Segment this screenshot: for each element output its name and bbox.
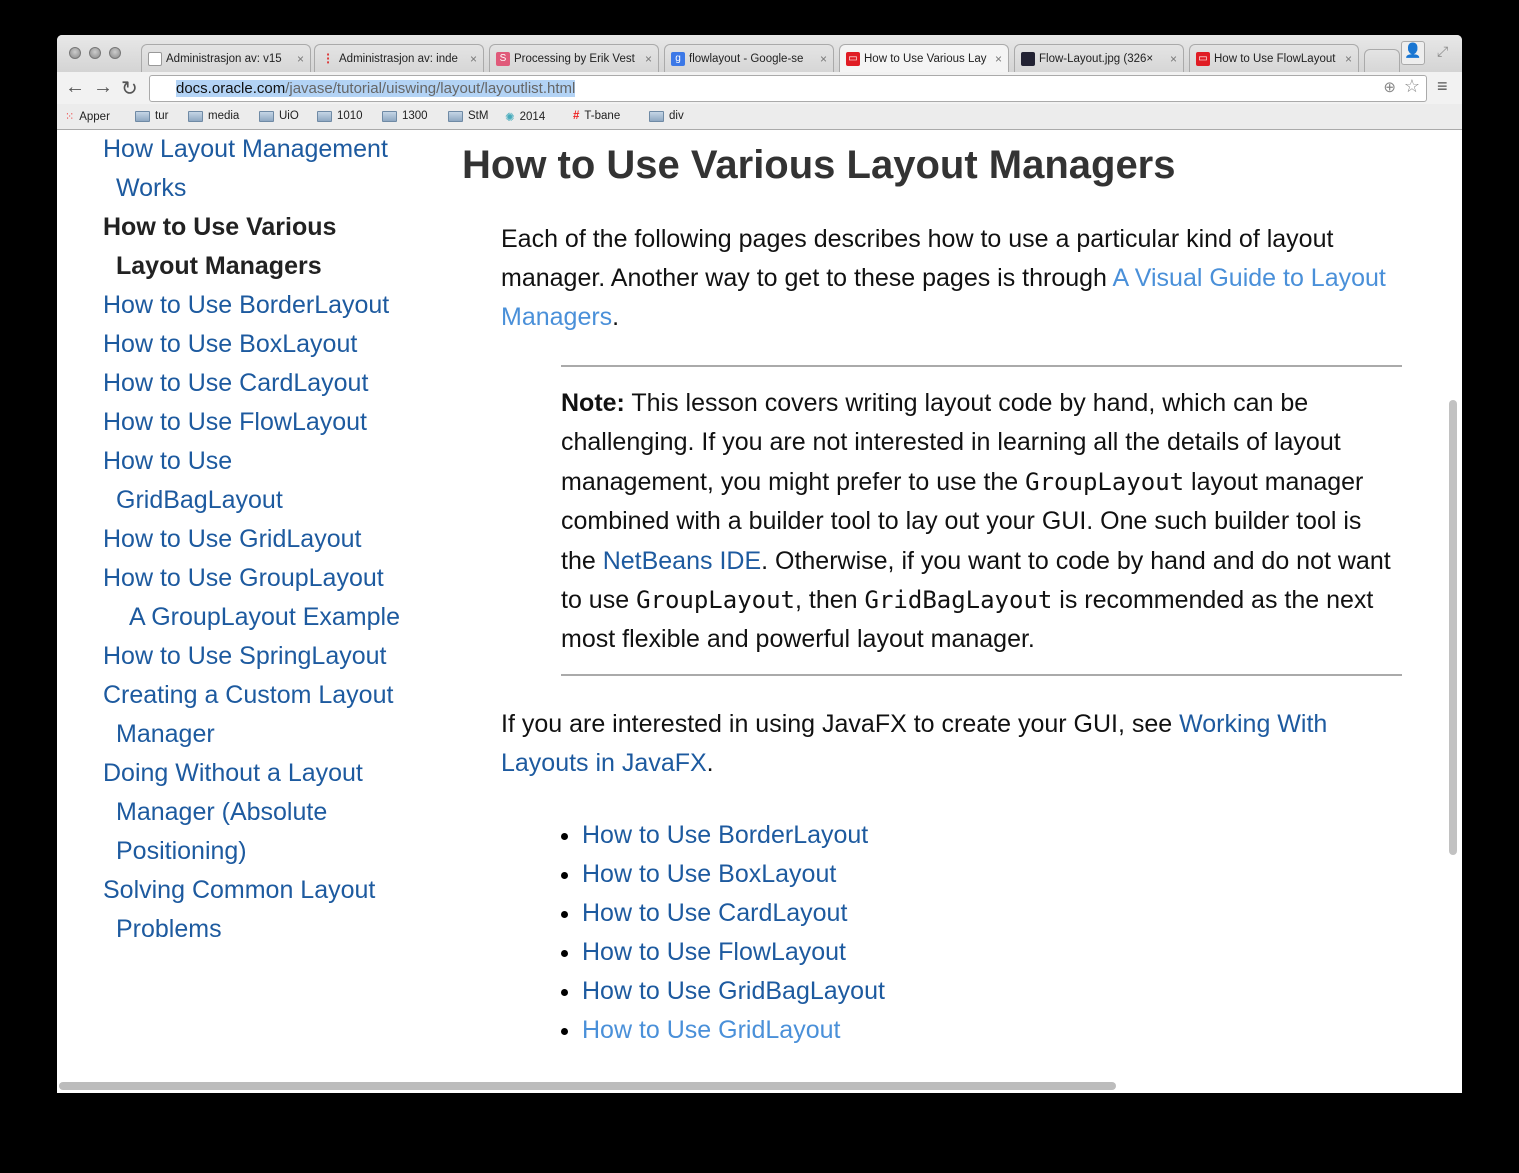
list-item: How to Use FlowLayout (582, 933, 1412, 972)
sidebar-link[interactable]: How to Use GridLayout (103, 525, 361, 553)
oracle-icon: ▭ (846, 51, 860, 66)
sidebar-link[interactable]: Doing Without a Layout Manager (Absolute… (103, 759, 363, 865)
fullscreen-icon[interactable]: ⤢ (1437, 43, 1448, 60)
list-link[interactable]: How to Use CardLayout (582, 899, 847, 927)
note-box: Note: This lesson covers writing layout … (561, 365, 1402, 676)
folder-icon (188, 110, 203, 122)
bookmark-2014[interactable]: ✺ 2014 (505, 110, 545, 124)
tab[interactable]: Administrasjon av: v15 × (141, 44, 311, 72)
star-icon[interactable]: ☆ (1404, 76, 1420, 97)
bookmark-folder[interactable]: StM (448, 110, 488, 122)
tab-close-icon[interactable]: × (470, 52, 477, 66)
close-window-button[interactable] (69, 47, 81, 59)
tab-close-icon[interactable]: × (645, 52, 652, 66)
sidebar-link[interactable]: How to Use BorderLayout (103, 291, 389, 319)
list-link[interactable]: How to Use BorderLayout (582, 821, 868, 849)
list-item: How to Use GridLayout (582, 1011, 1412, 1050)
horizontal-scrollbar[interactable] (59, 1082, 1116, 1090)
code-grouplayout: GroupLayout (636, 586, 796, 615)
tab[interactable]: ⁝ Administrasjon av: inde × (314, 44, 484, 72)
bookmarks-bar: ⁙ Apper tur media UiO 1010 1300 StM ✺ 2014… (57, 104, 1462, 130)
page-icon (148, 51, 162, 66)
hash-icon: # (573, 110, 580, 122)
toolbar: ← → ↻ docs.oracle.com/javase/tutorial/ui… (57, 72, 1462, 104)
javafx-paragraph: If you are interested in using JavaFX to… (501, 709, 1328, 777)
bookmark-apper[interactable]: ⁙ Apper (65, 110, 110, 124)
back-icon[interactable]: ← (65, 76, 85, 99)
sidebar-link[interactable]: How to Use CardLayout (103, 369, 368, 397)
list-link[interactable]: How to Use FlowLayout (582, 938, 846, 966)
bookmark-folder[interactable]: 1010 (317, 110, 363, 122)
sidebar-nav: How Layout Management Works How to Use V… (103, 130, 423, 949)
bookmark-folder[interactable]: media (188, 110, 239, 122)
profile-icon[interactable]: 👤 (1401, 41, 1425, 65)
tab-close-icon[interactable]: × (820, 52, 827, 66)
list-link[interactable]: How to Use BoxLayout (582, 860, 836, 888)
sidebar-link[interactable]: How to Use GridBagLayout (103, 447, 283, 514)
google-icon: g (671, 51, 685, 66)
folder-icon (135, 110, 150, 122)
vertical-scrollbar[interactable] (1449, 400, 1457, 855)
note-label: Note: (561, 389, 625, 417)
apps-grid-icon: ⁙ (65, 111, 75, 123)
image-icon (1021, 51, 1035, 66)
sidebar-link[interactable]: How to Use GroupLayout (103, 564, 384, 592)
sidebar-link[interactable]: A GroupLayout Example (129, 603, 400, 631)
bookmark-folder[interactable]: tur (135, 110, 168, 122)
red-dot-icon: ⁝ (325, 50, 331, 68)
zoom-window-button[interactable] (109, 47, 121, 59)
tab-close-icon[interactable]: × (1345, 52, 1352, 66)
tab-active[interactable]: ▭ How to Use Various Lay × (839, 44, 1009, 72)
folder-icon (448, 110, 463, 122)
folder-icon (649, 110, 664, 122)
folder-icon (259, 110, 274, 122)
tab[interactable]: Flow-Layout.jpg (326× × (1014, 44, 1184, 72)
page-title: How to Use Various Layout Managers (462, 143, 1176, 187)
address-bar[interactable]: docs.oracle.com/javase/tutorial/uiswing/… (149, 75, 1427, 102)
minimize-window-button[interactable] (89, 47, 101, 59)
folder-icon (317, 110, 332, 122)
list-item: How to Use GridBagLayout (582, 972, 1412, 1011)
s-logo-icon: S (496, 51, 510, 66)
list-item: How to Use BoxLayout (582, 855, 1412, 894)
page-content: How Layout Management Works How to Use V… (57, 130, 1447, 1080)
bookmark-folder[interactable]: UiO (259, 110, 299, 122)
list-link[interactable]: How to Use GridBagLayout (582, 977, 885, 1005)
list-link[interactable]: How to Use GridLayout (582, 1016, 840, 1044)
sidebar-link[interactable]: How to Use BoxLayout (103, 330, 357, 358)
sidebar-link[interactable]: Creating a Custom Layout Manager (103, 681, 393, 748)
sidebar-link[interactable]: How to Use FlowLayout (103, 408, 367, 436)
sidebar-link[interactable]: How to Use SpringLayout (103, 642, 386, 670)
menu-icon[interactable]: ≡ (1437, 76, 1448, 97)
folder-icon (382, 110, 397, 122)
netbeans-link[interactable]: NetBeans IDE (603, 547, 761, 575)
sun-logo-icon: ✺ (505, 112, 515, 124)
new-tab-button[interactable] (1364, 49, 1400, 72)
sidebar-link[interactable]: How Layout Management Works (103, 135, 388, 202)
tab[interactable]: ▭ How to Use FlowLayout × (1189, 44, 1359, 72)
oracle-icon: ▭ (1196, 51, 1210, 66)
code-gridbaglayout: GridBagLayout (864, 586, 1053, 615)
bookmark-t-bane[interactable]: # T-bane (573, 110, 620, 122)
forward-icon[interactable]: → (93, 76, 113, 99)
main-article: How to Use Various Layout Managers Each … (462, 130, 1412, 1050)
browser-window: Administrasjon av: v15 × ⁝ Administrasjon … (57, 35, 1462, 1093)
tab[interactable]: g flowlayout - Google-se × (664, 44, 834, 72)
intro-paragraph: Each of the following pages describes ho… (501, 225, 1386, 331)
tab-close-icon[interactable]: × (297, 52, 304, 66)
reload-icon[interactable]: ↻ (121, 76, 138, 101)
tab-close-icon[interactable]: × (1170, 52, 1177, 66)
list-item: How to Use CardLayout (582, 894, 1412, 933)
sidebar-link[interactable]: Solving Common Layout Problems (103, 876, 375, 943)
code-grouplayout: GroupLayout (1025, 467, 1185, 496)
tab-strip: Administrasjon av: v15 × ⁝ Administrasjon … (57, 35, 1462, 72)
zoom-icon[interactable]: ⊕ (1383, 78, 1396, 96)
sidebar-current-item: How to Use Various Layout Managers (103, 213, 337, 280)
bookmark-folder[interactable]: div (649, 110, 684, 122)
list-item: How to Use BorderLayout (582, 816, 1412, 855)
tab[interactable]: S Processing by Erik Vest × (489, 44, 659, 72)
layout-list: How to Use BorderLayout How to Use BoxLa… (562, 816, 1412, 1050)
tab-close-icon[interactable]: × (995, 52, 1002, 66)
bookmark-folder[interactable]: 1300 (382, 110, 428, 122)
